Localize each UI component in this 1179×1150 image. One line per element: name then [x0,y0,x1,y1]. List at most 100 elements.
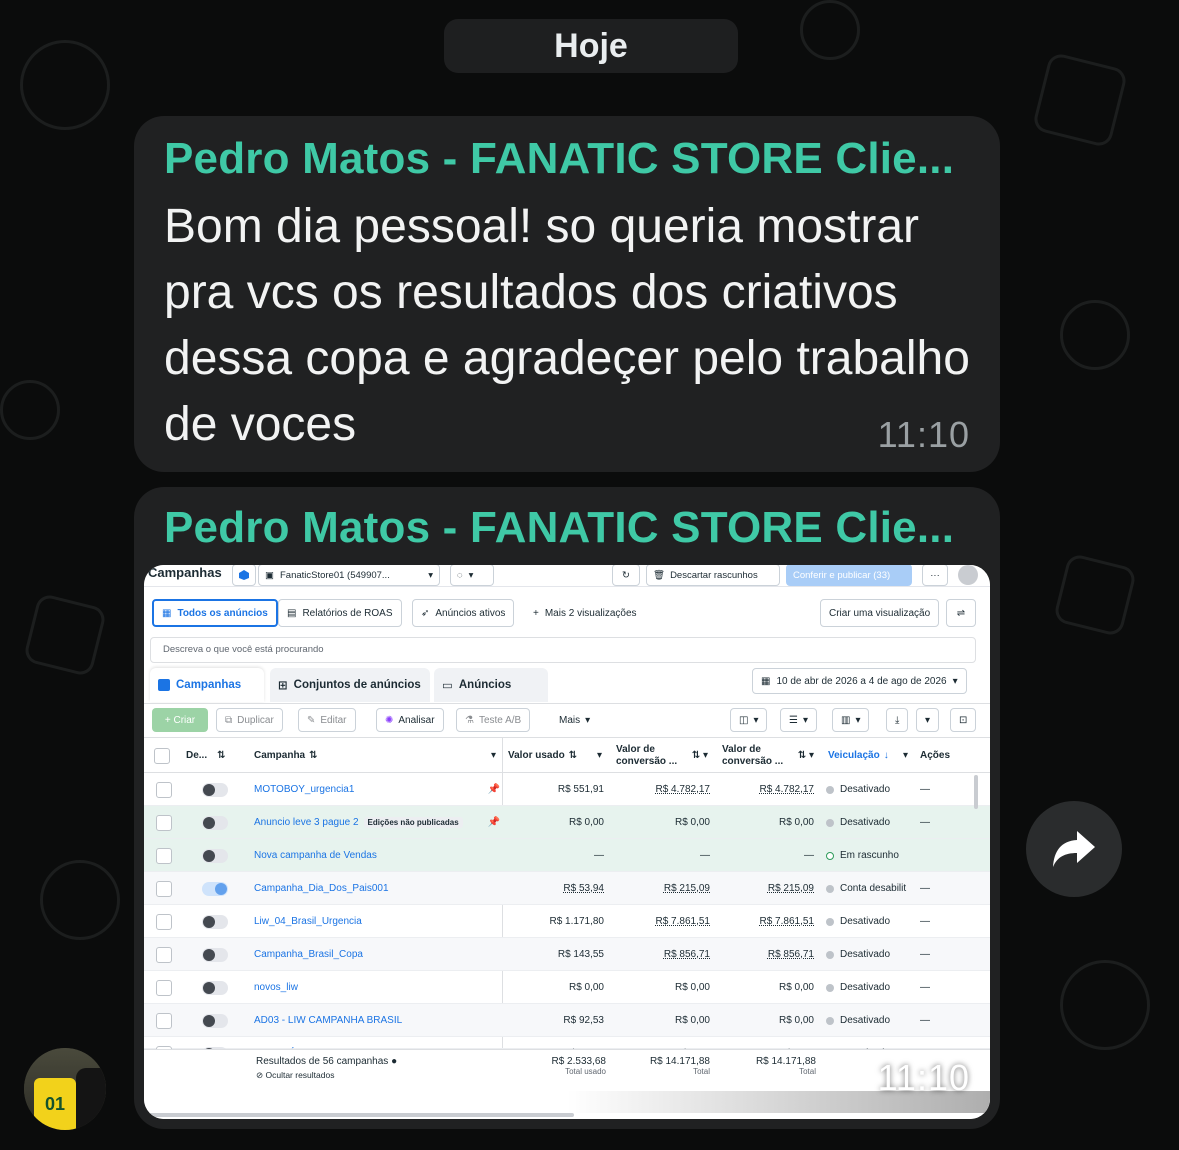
sender-name[interactable]: Pedro Matos - FANATIC STORE Clie... [164,134,954,184]
view-active-ads[interactable]: ➶ Anúncios ativos [412,599,515,627]
table-row[interactable]: AD03 - LIW CAMPANHA BRASIL R$ 92,53 R$ 0,0… [144,1004,990,1037]
row-checkbox-cell[interactable] [156,905,172,938]
campaign-cell[interactable]: novos_liw [254,971,500,1004]
delivery-toggle[interactable] [202,782,228,797]
campaign-cell[interactable]: AD03 - LIW CAMPANHA BRASIL [254,1004,500,1037]
column-status[interactable]: Veiculação ↓ ▾ [822,738,914,774]
actions-cell[interactable]: — [920,773,930,806]
settings-toggle-button[interactable]: ⇌ [946,599,976,627]
status-selector[interactable]: ◌ ▾ [450,565,494,586]
delivery-toggle[interactable] [202,848,228,863]
delivery-toggle[interactable] [202,881,228,896]
refresh-button[interactable]: ↻ [612,565,640,586]
delivery-toggle-cell[interactable] [202,971,228,1004]
campaign-name[interactable]: Liw_04_Brasil_Urgencia [254,916,362,927]
create-button[interactable]: + Criar [152,708,208,732]
campaign-name[interactable]: novos_liw [254,982,298,993]
columns-button[interactable]: ◫ ▾ [730,708,768,732]
profile-avatar[interactable] [958,565,978,585]
campaign-cell[interactable]: Campanha_Brasil_Copa [254,938,500,971]
column-conversion-value-1[interactable]: Valor de conversão ... ⇅ ▾ [610,738,714,774]
more-views-button[interactable]: + Mais 2 visualizações [524,599,646,627]
table-row[interactable]: Nova campanha de Vendas — — — Em rascunho [144,839,990,872]
delivery-toggle-cell[interactable] [202,905,228,938]
campaign-name[interactable]: MOTOBOY_urgencia1 [254,784,354,795]
table-row[interactable]: MOTOBOY_urgencia1 📌 R$ 551,91 R$ 4.782,17 R$… [144,773,990,806]
campaign-cell[interactable]: Campanha_Dia_Dos_Pais001 [254,872,500,905]
tab-ads[interactable]: ▭ Anúncios [434,668,548,702]
column-campaign[interactable]: Campanha ⇅ ▾ [248,738,502,774]
breakdown-button[interactable]: ☰ ▾ [780,708,817,732]
delivery-toggle-cell[interactable] [202,773,228,806]
more-button[interactable]: Mais ▾ [550,708,599,732]
hide-results-link[interactable]: ⊘ Ocultar resultados [256,1070,334,1081]
actions-cell[interactable]: — [920,872,930,905]
delivery-toggle-cell[interactable] [202,872,228,905]
delivery-toggle[interactable] [202,947,228,962]
analyze-button[interactable]: ✺ Analisar [376,708,444,732]
row-checkbox-cell[interactable] [156,938,172,971]
actions-cell[interactable]: — [920,971,930,1004]
row-checkbox[interactable] [156,847,172,864]
chart-toggle-button[interactable]: ⊡ [950,708,977,732]
select-all-cell[interactable] [148,738,176,774]
sender-name[interactable]: Pedro Matos - FANATIC STORE Clie... [164,503,954,553]
column-delivery[interactable]: De... ⇅ [180,738,248,774]
table-row[interactable]: Campanha_Dia_Dos_Pais001 R$ 53,94 R$ 215,0… [144,872,990,905]
delivery-toggle[interactable] [202,980,228,995]
reports-button[interactable]: ▥ ▾ [832,708,870,732]
view-roas-reports[interactable]: ▤ Relatórios de ROAS [278,599,402,627]
duplicate-button[interactable]: ⧉ Duplicar [216,708,283,732]
more-options-button[interactable]: ··· [922,565,948,586]
delivery-toggle[interactable] [202,1013,228,1028]
row-checkbox[interactable] [156,946,172,963]
actions-cell[interactable]: — [920,938,930,971]
sender-avatar[interactable]: 01 [24,1048,106,1130]
message-bubble[interactable]: Pedro Matos - FANATIC STORE Clie... Bom … [134,116,1000,472]
export-menu-button[interactable]: ▾ [916,708,940,732]
actions-cell[interactable]: — [920,806,930,839]
table-row[interactable]: FS - ANÚNCIOS LIWR$ 15,94R$ 0,00R$ 0,00D… [144,1037,990,1062]
row-checkbox-cell[interactable] [156,971,172,1004]
table-row[interactable]: novos_liw R$ 0,00 R$ 0,00 R$ 0,00 Desativado… [144,971,990,1004]
actions-cell[interactable]: — [920,1004,930,1037]
row-checkbox[interactable] [156,1012,172,1029]
delivery-toggle-cell[interactable] [202,938,228,971]
campaign-name[interactable]: Nova campanha de Vendas [254,850,377,861]
table-row[interactable]: Anuncio leve 3 pague 2 Edições não public… [144,806,990,839]
campaign-cell[interactable]: Anuncio leve 3 pague 2 Edições não public… [254,806,500,839]
column-spent[interactable]: Valor usado ⇅ ▾ [502,738,608,774]
export-button[interactable]: ⤓ [886,708,909,732]
delivery-toggle[interactable] [202,914,228,929]
message-bubble-image[interactable]: Pedro Matos - FANATIC STORE Clie... Camp… [134,487,1000,1129]
table-row[interactable]: Campanha_Brasil_Copa R$ 143,55 R$ 856,71 R$… [144,938,990,971]
delivery-toggle-cell[interactable] [202,839,228,872]
row-checkbox[interactable] [156,781,172,798]
campaign-name[interactable]: Campanha_Dia_Dos_Pais001 [254,883,389,894]
column-conversion-value-2[interactable]: Valor de conversão ... ⇅ ▾ [716,738,820,774]
attached-screenshot[interactable]: Campanhas ▣ FanaticStore01 (549907... ▾ … [144,565,990,1119]
vertical-scrollbar[interactable] [974,775,978,809]
row-checkbox-cell[interactable] [156,806,172,839]
row-checkbox[interactable] [156,913,172,930]
create-view-button[interactable]: Criar uma visualização [820,599,940,627]
campaign-name[interactable]: AD03 - LIW CAMPANHA BRASIL [254,1015,402,1026]
campaign-cell[interactable]: Liw_04_Brasil_Urgencia [254,905,500,938]
delivery-toggle-cell[interactable] [202,1004,228,1037]
campaign-cell[interactable]: Nova campanha de Vendas [254,839,500,872]
row-checkbox[interactable] [156,880,172,897]
column-actions[interactable]: Ações [914,738,956,774]
discard-drafts-button[interactable]: 🗑 Descartar rascunhos [646,565,780,586]
campaign-name[interactable]: Anuncio leve 3 pague 2 [254,817,359,828]
actions-cell[interactable]: — [920,905,930,938]
select-all-checkbox[interactable] [154,748,170,764]
campaign-name[interactable]: Campanha_Brasil_Copa [254,949,363,960]
row-checkbox-cell[interactable] [156,773,172,806]
delivery-toggle-cell[interactable] [202,806,228,839]
row-checkbox[interactable] [156,979,172,996]
account-selector[interactable]: ▣ FanaticStore01 (549907... ▾ [258,565,440,586]
tab-campaigns[interactable]: Campanhas [150,668,264,702]
view-all-ads[interactable]: ▦ Todos os anúncios [152,599,278,627]
row-checkbox-cell[interactable] [156,872,172,905]
publish-button[interactable]: Conferir e publicar (33) [786,565,912,586]
